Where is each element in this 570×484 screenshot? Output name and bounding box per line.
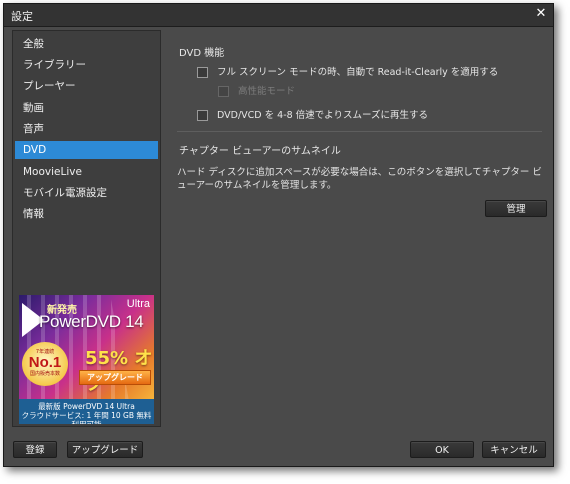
settings-dialog: 設定 ✕ 全般 ライブラリー プレーヤー 動画 音声 DVD MoovieLiv… — [3, 3, 554, 467]
smooth-playback-checkbox[interactable] — [197, 110, 208, 121]
smooth-playback-option[interactable]: DVD/VCD を 4-8 倍速でよりスムーズに再生する — [197, 108, 547, 124]
no1-badge: 7年連続 No.1 国内販売本数 — [22, 342, 68, 386]
banner-product-name: PowerDVD 14 — [39, 312, 144, 331]
read-it-clearly-checkbox[interactable] — [197, 67, 208, 78]
cancel-button[interactable]: キャンセル — [482, 441, 546, 458]
window-title: 設定 — [11, 10, 33, 23]
thumbnail-section-title: チャプター ビューアーのサムネイル — [179, 146, 341, 157]
badge-main-text: No.1 — [28, 354, 62, 371]
read-it-clearly-label: フル スクリーン モードの時、自動で Read-it-Clearly を適用する — [217, 67, 499, 78]
sidebar-item-dvd[interactable]: DVD — [15, 141, 158, 159]
settings-sidebar: 全般 ライブラリー プレーヤー 動画 音声 DVD MoovieLive モバイ… — [12, 30, 161, 427]
high-performance-checkbox — [218, 86, 229, 97]
banner-caption-line2: クラウドサービス: 1 年間 10 GB 無料利用可能 — [21, 411, 152, 424]
high-performance-label: 高性能モード — [238, 86, 296, 97]
sidebar-item-moovielive[interactable]: MoovieLive — [15, 163, 158, 181]
banner-ultra-label: Ultra — [126, 298, 150, 310]
manage-button[interactable]: 管理 — [485, 200, 547, 217]
sidebar-item-video[interactable]: 動画 — [15, 99, 158, 117]
close-icon[interactable]: ✕ — [533, 6, 549, 22]
register-button[interactable]: 登録 — [13, 441, 57, 458]
banner-caption: 最新版 PowerDVD 14 Ultra クラウドサービス: 1 年間 10 … — [19, 399, 154, 424]
high-performance-option: 高性能モード — [218, 84, 418, 100]
ok-button[interactable]: OK — [410, 441, 474, 458]
sidebar-item-info[interactable]: 情報 — [15, 205, 158, 223]
upgrade-button[interactable]: アップグレード — [67, 441, 143, 458]
upgrade-banner[interactable]: 新発売 Ultra PowerDVD 14 7年連続 No.1 国内販売本数 5… — [19, 295, 154, 399]
sidebar-item-audio[interactable]: 音声 — [15, 120, 158, 138]
section-divider — [177, 131, 542, 132]
banner-upgrade-button[interactable]: アップグレード — [79, 370, 151, 385]
dvd-features-title: DVD 機能 — [179, 48, 225, 59]
sidebar-item-general[interactable]: 全般 — [15, 35, 158, 53]
sidebar-item-library[interactable]: ライブラリー — [15, 56, 158, 74]
read-it-clearly-option[interactable]: フル スクリーン モードの時、自動で Read-it-Clearly を適用する — [197, 65, 547, 81]
thumbnail-description: ハード ディスクに追加スペースが必要な場合は、このボタンを選択してチャプター ビ… — [177, 167, 542, 191]
sidebar-item-mobile-power[interactable]: モバイル電源設定 — [15, 184, 158, 202]
sidebar-item-player[interactable]: プレーヤー — [15, 77, 158, 95]
smooth-playback-label: DVD/VCD を 4-8 倍速でよりスムーズに再生する — [217, 110, 429, 121]
badge-bottom-text: 国内販売本数 — [29, 371, 60, 377]
title-bar: 設定 ✕ — [4, 4, 553, 27]
banner-caption-line1: 最新版 PowerDVD 14 Ultra — [38, 402, 135, 411]
dvd-settings-panel: DVD 機能 フル スクリーン モードの時、自動で Read-it-Clearl… — [167, 30, 547, 426]
